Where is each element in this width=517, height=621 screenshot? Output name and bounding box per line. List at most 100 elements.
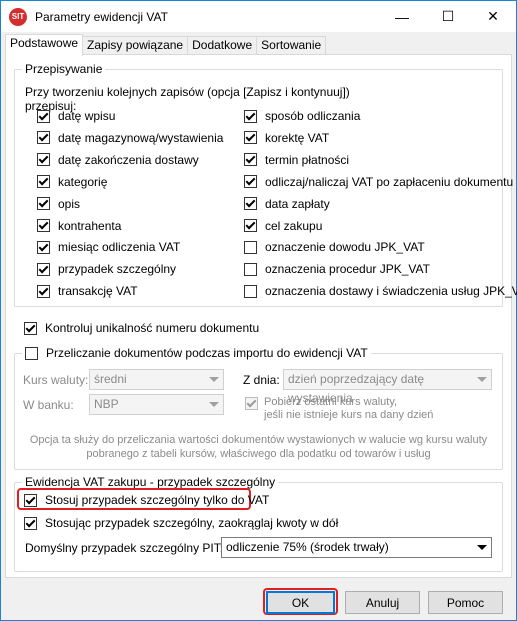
checkbox-label: odliczaj/naliczaj VAT po zapłaceniu doku…	[265, 174, 514, 189]
przepisuj-checkbox[interactable]: termin płatności	[244, 153, 349, 167]
przeliczanie-checkbox[interactable]	[25, 347, 38, 360]
przepisuj-checkbox[interactable]: przypadek szczególny	[37, 262, 176, 276]
przepisuj-checkbox[interactable]: kategorię	[37, 175, 107, 189]
checkbox-box[interactable]	[244, 131, 257, 145]
tab-dodatkowe[interactable]: Dodatkowe	[187, 36, 258, 55]
checkbox-box[interactable]	[37, 240, 50, 254]
checkbox-box[interactable]	[244, 153, 257, 167]
stosuj-tylko-vat-checkbox[interactable]: Stosuj przypadek szczególny tylko do VAT	[24, 493, 269, 507]
checkbox-label: sposób odliczania	[265, 109, 361, 123]
checkbox-box[interactable]	[24, 493, 37, 507]
pit-select[interactable]: odliczenie 75% (środek trwały)	[221, 537, 492, 558]
w-banku-select[interactable]: NBP	[89, 394, 224, 415]
checkbox-box[interactable]	[37, 262, 50, 276]
przepisuj-checkbox[interactable]: datę wpisu	[37, 109, 115, 123]
checkbox-label: oznaczenie dowodu JPK_VAT	[265, 240, 425, 255]
checkbox-box[interactable]	[244, 109, 257, 123]
checkbox-box[interactable]	[37, 109, 50, 123]
cancel-button[interactable]: Anuluj	[345, 591, 420, 614]
checkbox-box[interactable]	[244, 197, 257, 211]
window-title: Parametry ewidencji VAT	[35, 9, 168, 24]
chevron-down-icon	[477, 377, 487, 382]
tab-strip: Podstawowe Zapisy powiązane Dodatkowe So…	[5, 34, 327, 56]
title-bar: SIT Parametry ewidencji VAT — ☐ ✕	[1, 1, 516, 32]
close-icon[interactable]: ✕	[470, 1, 516, 32]
checkbox-label: transakcję VAT	[58, 284, 138, 299]
chevron-down-icon	[209, 402, 219, 407]
przeliczanie-note: Opcja ta służy do przeliczania wartości …	[29, 434, 488, 460]
kontroluj-label: Kontroluj unikalność numeru dokumentu	[45, 321, 260, 335]
tab-sortowanie[interactable]: Sortowanie	[256, 36, 327, 55]
checkbox-box[interactable]	[37, 284, 50, 298]
checkbox-label: miesiąc odliczenia VAT	[58, 240, 181, 255]
przeliczanie-legend[interactable]: Przeliczanie dokumentów podczas importu …	[22, 346, 371, 361]
checkbox-box[interactable]	[244, 262, 257, 276]
tab-podstawowe[interactable]: Podstawowe	[5, 34, 84, 56]
przepisuj-checkbox[interactable]: oznaczenia dostawy i świadczenia usług J…	[244, 284, 517, 298]
checkbox-box[interactable]	[37, 219, 50, 232]
checkbox-box[interactable]	[37, 131, 50, 145]
checkbox-label: kategorię	[58, 174, 108, 189]
dialog-window: SIT Parametry ewidencji VAT — ☐ ✕ Podsta…	[0, 0, 517, 621]
przepisuj-checkbox[interactable]: datę zakończenia dostawy	[37, 153, 199, 167]
checkbox-label: datę zakończenia dostawy	[58, 152, 199, 167]
stosuj-label: Stosuj przypadek szczególny tylko do VAT	[45, 493, 270, 507]
checkbox-label: przypadek szczególny	[58, 262, 177, 277]
kontroluj-unikalnosc-checkbox[interactable]: Kontroluj unikalność numeru dokumentu	[24, 321, 259, 335]
checkbox-box[interactable]	[244, 284, 257, 298]
przeliczanie-label: Przeliczanie dokumentów podczas importu …	[46, 346, 368, 360]
checkbox-box[interactable]	[244, 219, 257, 232]
przepisuj-checkbox[interactable]: opis	[37, 197, 80, 211]
przepisuj-checkbox[interactable]: sposób odliczania	[244, 109, 360, 123]
przepisuj-checkbox[interactable]: odliczaj/naliczaj VAT po zapłaceniu doku…	[244, 175, 513, 189]
checkbox-box[interactable]	[37, 153, 50, 167]
checkbox-label: kontrahenta	[58, 218, 122, 233]
checkbox-box[interactable]	[24, 321, 37, 335]
kurs-waluty-label: Kurs waluty:	[23, 373, 89, 387]
przepisuj-checkbox[interactable]: cel zakupu	[244, 219, 322, 233]
pit-label: Domyślny przypadek szczególny PIT:	[25, 541, 224, 555]
chevron-down-icon	[477, 545, 487, 550]
ok-button[interactable]: OK	[266, 591, 335, 614]
chevron-down-icon	[209, 377, 219, 382]
przepisuj-checkbox[interactable]: datę magazynową/wystawienia	[37, 131, 223, 145]
pobierz-label: Pobierz ostatni kurs waluty, jeśli nie i…	[264, 396, 434, 421]
zaokraglaj-label: Stosując przypadek szczególny, zaokrągla…	[45, 516, 339, 530]
checkbox-box[interactable]	[245, 397, 258, 410]
przepisuj-checkbox[interactable]: data zapłaty	[244, 197, 330, 211]
checkbox-label: oznaczenia dostawy i świadczenia usług J…	[265, 284, 517, 299]
przepisuj-checkbox[interactable]: transakcję VAT	[37, 284, 138, 298]
minimize-icon[interactable]: —	[379, 1, 425, 32]
checkbox-label: oznaczenia procedur JPK_VAT	[265, 262, 430, 277]
pobierz-ostatni-kurs-checkbox[interactable]: Pobierz ostatni kurs waluty, jeśli nie i…	[245, 396, 433, 422]
tab-panel: Przepisywanie Przy tworzeniu kolejnych z…	[5, 54, 517, 578]
z-dnia-label: Z dnia:	[243, 373, 280, 387]
kurs-waluty-select[interactable]: średni	[89, 369, 224, 390]
przepisywanie-group: Przepisywanie Przy tworzeniu kolejnych z…	[14, 62, 517, 307]
w-banku-label: W banku:	[23, 398, 74, 412]
przepisuj-checkbox[interactable]: oznaczenia procedur JPK_VAT	[244, 262, 430, 276]
checkbox-label: datę wpisu	[58, 109, 116, 123]
przepisuj-checkbox[interactable]: korektę VAT	[244, 131, 329, 145]
help-button[interactable]: Pomoc	[428, 591, 503, 614]
checkbox-box[interactable]	[24, 516, 37, 530]
checkbox-label: korektę VAT	[265, 130, 330, 145]
z-dnia-select[interactable]: dzień poprzedzający datę wystawienia	[283, 369, 492, 405]
checkbox-box[interactable]	[244, 175, 257, 189]
tab-zapisy-powiazane[interactable]: Zapisy powiązane	[82, 36, 189, 55]
checkbox-label: opis	[58, 196, 81, 211]
checkbox-label: datę magazynową/wystawienia	[58, 130, 224, 145]
checkbox-box[interactable]	[37, 175, 50, 189]
przepisuj-checkbox[interactable]: kontrahenta	[37, 219, 121, 233]
przepisuj-checkbox[interactable]: oznaczenie dowodu JPK_VAT	[244, 240, 425, 254]
checkbox-label: cel zakupu	[265, 218, 323, 233]
zaokraglaj-checkbox[interactable]: Stosując przypadek szczególny, zaokrągla…	[24, 516, 338, 530]
ewidencja-group: Ewidencja VAT zakupu - przypadek szczegó…	[14, 475, 503, 572]
checkbox-box[interactable]	[37, 197, 50, 211]
przeliczanie-group: Przeliczanie dokumentów podczas importu …	[14, 346, 503, 470]
przepisywanie-legend: Przepisywanie	[22, 62, 106, 77]
przepisuj-checkbox[interactable]: miesiąc odliczenia VAT	[37, 240, 180, 254]
maximize-icon[interactable]: ☐	[425, 1, 471, 32]
checkbox-label: termin płatności	[265, 152, 350, 167]
checkbox-box[interactable]	[244, 240, 257, 254]
